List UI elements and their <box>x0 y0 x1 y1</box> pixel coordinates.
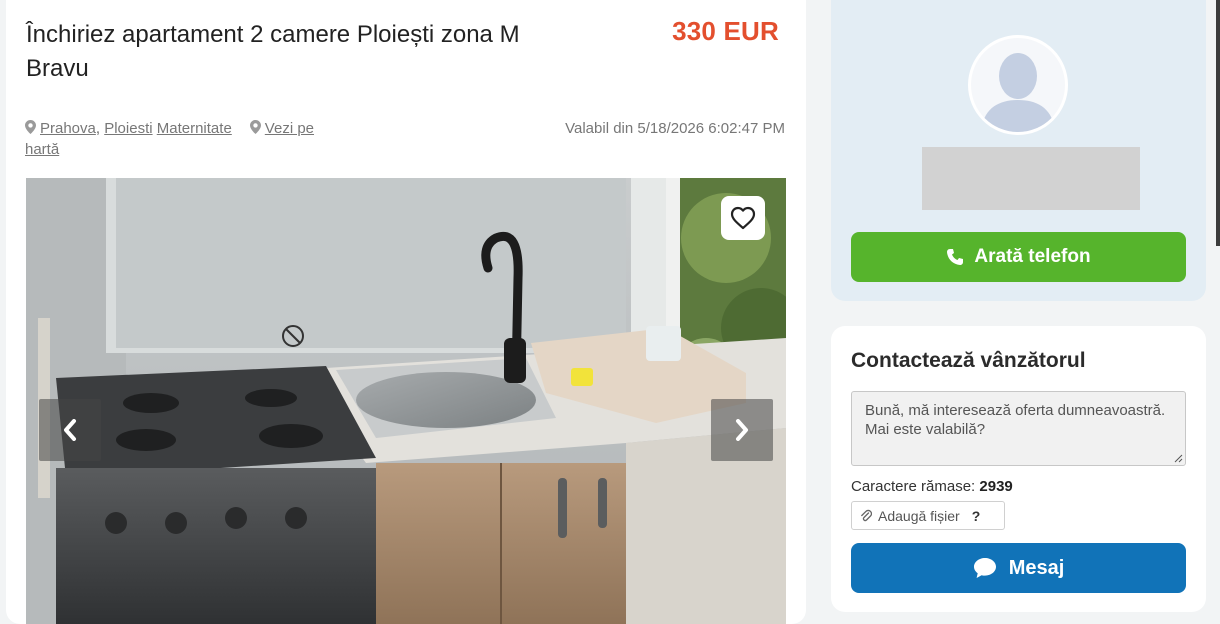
contact-heading: Contactează vânzătorul <box>851 349 1086 372</box>
location-area-link[interactable]: Maternitate <box>157 120 232 137</box>
chars-remaining: Caractere rămase: 2939 <box>851 478 1013 495</box>
phone-icon <box>947 249 964 265</box>
show-phone-button[interactable]: Arată telefon <box>851 232 1186 282</box>
location-separator: , <box>95 120 101 137</box>
chevron-left-icon <box>64 419 76 441</box>
chevron-right-icon <box>736 419 748 441</box>
chars-count: 2939 <box>979 478 1013 495</box>
map-pin-icon <box>25 120 36 134</box>
attach-file-button[interactable]: Adaugă fișier ? <box>851 501 1005 530</box>
message-text: Bună, mă interesează oferta dumneavoastr… <box>865 402 1166 438</box>
photo-gallery[interactable] <box>26 178 786 624</box>
avatar <box>968 35 1068 135</box>
map-pin-icon <box>249 120 261 134</box>
chars-label: Caractere rămase: <box>851 478 976 495</box>
gallery-prev-button[interactable] <box>39 399 101 461</box>
chat-bubble-icon <box>973 558 996 578</box>
heart-outline-icon <box>730 206 756 230</box>
favorite-button[interactable] <box>721 196 765 240</box>
send-message-button[interactable]: Mesaj <box>851 543 1186 593</box>
listing-page: Închiriez apartament 2 camere Ploiești z… <box>0 0 1220 624</box>
message-textarea[interactable]: Bună, mă interesează oferta dumneavoastr… <box>851 391 1186 466</box>
listing-photo <box>26 178 786 624</box>
listing-price: 330 EUR <box>672 16 779 46</box>
attach-label: Adaugă fișier <box>878 507 960 524</box>
listing-card: Închiriez apartament 2 camere Ploiești z… <box>6 0 806 624</box>
location-city-link[interactable]: Ploiesti <box>104 120 152 137</box>
page-scrollbar[interactable] <box>1216 0 1220 246</box>
show-phone-label: Arată telefon <box>974 246 1091 267</box>
listing-title: Închiriez apartament 2 camere Ploiești z… <box>26 21 520 82</box>
paperclip-icon <box>861 509 872 521</box>
resize-handle-icon[interactable] <box>1174 454 1183 463</box>
send-message-label: Mesaj <box>1008 556 1065 579</box>
valid-from-date: Valabil din 5/18/2026 6:02:47 PM <box>565 120 785 137</box>
location-county-link[interactable]: Prahova <box>40 120 96 137</box>
attach-help[interactable]: ? <box>972 508 981 524</box>
location-breadcrumb: Prahova, Ploiesti Maternitate Vezi pe har… <box>25 118 335 160</box>
seller-name-redacted <box>922 147 1140 210</box>
gallery-next-button[interactable] <box>711 399 773 461</box>
seller-card: Arată telefon <box>831 0 1206 301</box>
contact-seller-card: Contactează vânzătorul Bună, mă interese… <box>831 326 1206 612</box>
user-silhouette-icon <box>981 53 1055 132</box>
